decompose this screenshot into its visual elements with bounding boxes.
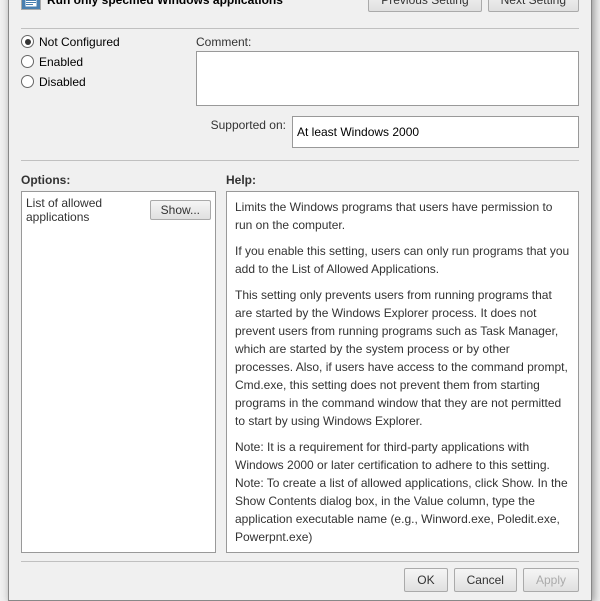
radio-disabled[interactable]: Disabled [21, 75, 196, 89]
content-area: Run only specified Windows applications … [9, 0, 591, 600]
header-title: Run only specified Windows applications [21, 0, 283, 10]
help-box[interactable]: Limits the Windows programs that users h… [226, 191, 579, 553]
radio-not-configured[interactable]: Not Configured [21, 35, 196, 49]
header-title-text: Run only specified Windows applications [47, 0, 283, 7]
help-panel: Help: Limits the Windows programs that u… [226, 173, 579, 553]
supported-on-label: Supported on: [196, 116, 286, 132]
apply-button[interactable]: Apply [523, 568, 579, 592]
radio-not-configured-label: Not Configured [39, 35, 120, 49]
bottom-buttons: OK Cancel Apply [21, 561, 579, 592]
comment-supported-panel: Comment: Supported on: At least Windows … [196, 35, 579, 154]
header-divider [21, 28, 579, 29]
header-row: Run only specified Windows applications … [21, 0, 579, 12]
radio-circle-enabled [21, 55, 34, 68]
options-item-row: List of allowed applications Show... [26, 196, 211, 224]
help-paragraph-4: Note: It is a requirement for third-part… [235, 438, 570, 546]
main-window: Run only specified Windows applications … [8, 0, 592, 601]
radio-circle-not-configured [21, 35, 34, 48]
radio-group: Not Configured Enabled Disabled [21, 35, 196, 89]
help-title: Help: [226, 173, 579, 187]
top-area: Not Configured Enabled Disabled Comment: [21, 35, 579, 154]
radio-enabled-label: Enabled [39, 55, 83, 69]
help-paragraph-2: If you enable this setting, users can on… [235, 242, 570, 278]
supported-on-value: At least Windows 2000 [292, 116, 579, 148]
policy-icon [21, 0, 41, 10]
options-box: List of allowed applications Show... [21, 191, 216, 553]
comment-textarea[interactable] [196, 51, 579, 106]
help-paragraph-3: This setting only prevents users from ru… [235, 286, 570, 430]
supported-row: Supported on: At least Windows 2000 [196, 116, 579, 148]
options-title: Options: [21, 173, 216, 187]
help-paragraph-1: Limits the Windows programs that users h… [235, 198, 570, 234]
bottom-section: Options: List of allowed applications Sh… [21, 173, 579, 553]
radio-enabled[interactable]: Enabled [21, 55, 196, 69]
header-buttons: Previous Setting Next Setting [368, 0, 579, 12]
options-panel: Options: List of allowed applications Sh… [21, 173, 216, 553]
previous-setting-button[interactable]: Previous Setting [368, 0, 481, 12]
comment-label: Comment: [196, 35, 579, 49]
radio-disabled-label: Disabled [39, 75, 86, 89]
ok-button[interactable]: OK [404, 568, 447, 592]
radio-panel: Not Configured Enabled Disabled [21, 35, 196, 154]
options-item-label: List of allowed applications [26, 196, 146, 224]
radio-circle-disabled [21, 75, 34, 88]
show-button[interactable]: Show... [150, 200, 211, 220]
middle-divider [21, 160, 579, 161]
next-setting-button[interactable]: Next Setting [488, 0, 579, 12]
comment-section: Comment: [196, 35, 579, 106]
cancel-button[interactable]: Cancel [454, 568, 517, 592]
